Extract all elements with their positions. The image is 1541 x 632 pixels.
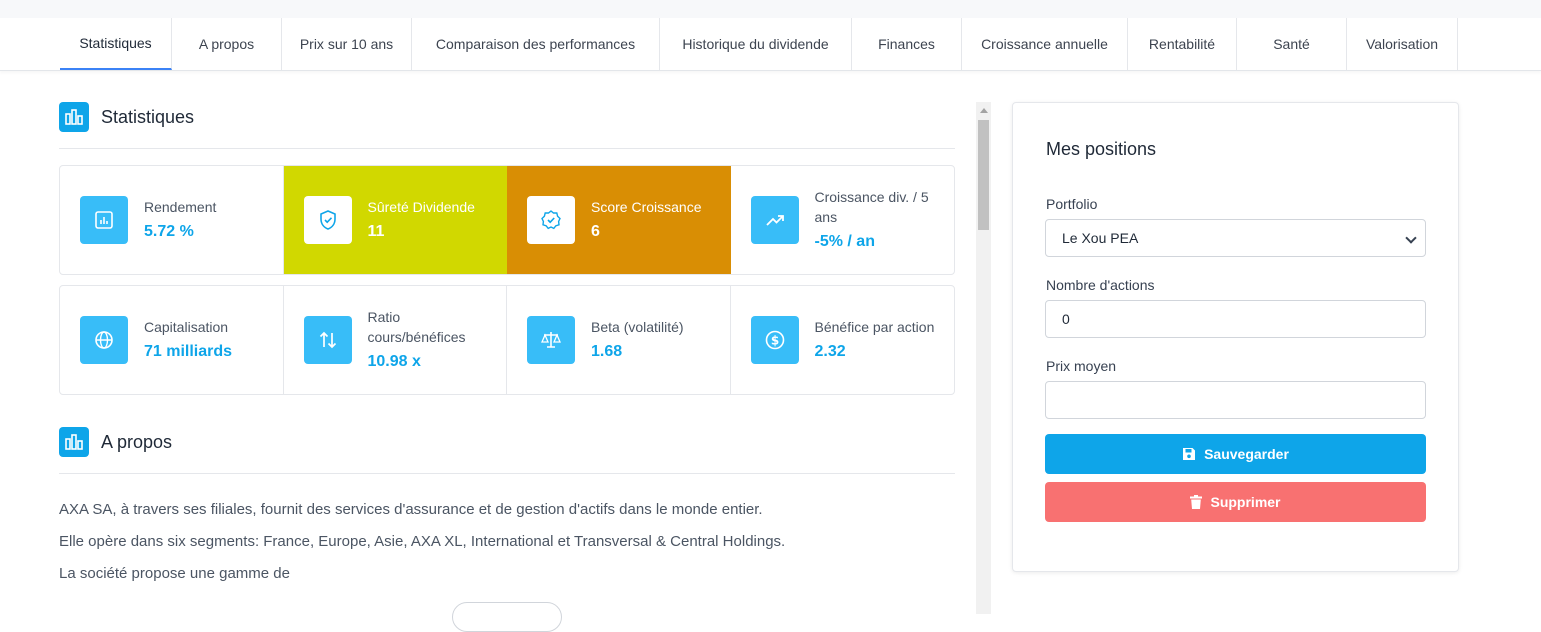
stat-label: Score Croissance <box>591 199 702 215</box>
tab-statistiques[interactable]: Statistiques <box>60 18 172 70</box>
statistiques-title: Statistiques <box>101 106 195 127</box>
stat-value: 71 milliards <box>144 343 233 360</box>
bar-chart-icon <box>59 102 89 132</box>
shares-input-value: 0 <box>1062 311 1070 327</box>
tab-finances[interactable]: Finances <box>852 18 962 70</box>
about-line: AXA SA, à travers ses filiales, fournit … <box>59 501 763 518</box>
stat-value: 6 <box>591 223 600 240</box>
stat-value: 1.68 <box>591 343 623 360</box>
stat-card-beta: Beta (volatilité) 1.68 <box>507 286 731 394</box>
stats-row-2: Capitalisation 71 milliards Ratio cours/… <box>59 285 955 395</box>
shares-label: Nombre d'actions <box>1046 277 1155 293</box>
about-line: La société propose une gamme de <box>59 565 290 582</box>
globe-icon <box>80 316 128 364</box>
statistiques-header: Statistiques <box>59 102 194 132</box>
stat-label: Bénéfice par action <box>814 319 935 335</box>
tab-valorisation[interactable]: Valorisation <box>1347 18 1458 70</box>
a-propos-header: A propos <box>59 427 172 457</box>
stat-value: 11 <box>367 223 385 240</box>
stat-card-capitalisation: Capitalisation 71 milliards <box>60 286 284 394</box>
stat-label: Beta (volatilité) <box>591 319 684 335</box>
positions-title: Mes positions <box>1046 139 1157 159</box>
tab-historique-dividende[interactable]: Historique du dividende <box>660 18 852 70</box>
shield-check-icon <box>303 196 352 244</box>
scroll-thumb[interactable] <box>978 120 989 230</box>
divider <box>59 148 955 149</box>
stat-card-score-croissance: Score Croissance 6 <box>507 166 731 274</box>
stat-card-surete-dividende: Sûreté Dividende 11 <box>283 166 507 274</box>
portfolio-select[interactable]: Le Xou PEA <box>1045 219 1426 257</box>
stat-label: Capitalisation <box>144 319 229 335</box>
read-more-button[interactable] <box>452 602 562 632</box>
positions-panel: Mes positions Portfolio Le Xou PEA Nombr… <box>1012 102 1459 572</box>
dollar-icon: $ <box>750 316 799 364</box>
tab-list: Statistiques A propos Prix sur 10 ans Co… <box>60 18 1458 70</box>
stat-label: Sûreté Dividende <box>367 199 475 215</box>
about-line: Elle opère dans six segments: France, Eu… <box>59 533 786 550</box>
shares-input[interactable]: 0 <box>1045 300 1426 338</box>
stat-card-benefice: $ Bénéfice par action 2.32 <box>731 286 955 394</box>
delete-button-label: Supprimer <box>1210 494 1281 510</box>
a-propos-title: A propos <box>101 431 173 452</box>
delete-button[interactable]: Supprimer <box>1045 482 1426 522</box>
stats-row-1: Rendement 5.72 % Sûreté Dividende 11 Sco… <box>59 165 955 275</box>
trash-icon <box>1190 495 1203 509</box>
chart-icon <box>80 196 128 244</box>
top-strip <box>0 0 1541 18</box>
stat-card-rendement: Rendement 5.72 % <box>60 166 284 274</box>
scrollbar[interactable] <box>976 102 991 614</box>
stat-value: 2.32 <box>814 343 846 360</box>
tab-prix-10-ans[interactable]: Prix sur 10 ans <box>282 18 412 70</box>
stat-card-ratio-cours: Ratio cours/bénéfices 10.98 x <box>284 286 507 394</box>
scroll-up-arrow-icon[interactable] <box>976 102 991 118</box>
portfolio-selected-value: Le Xou PEA <box>1062 230 1139 246</box>
portfolio-label: Portfolio <box>1046 196 1098 212</box>
about-text: AXA SA, à travers ses filiales, fournit … <box>59 494 959 590</box>
tab-bar: Statistiques A propos Prix sur 10 ans Co… <box>0 18 1541 71</box>
svg-text:$: $ <box>770 334 778 348</box>
tab-rentabilite[interactable]: Rentabilité <box>1128 18 1237 70</box>
tab-comparaison[interactable]: Comparaison des performances <box>412 18 660 70</box>
stat-value: 5.72 % <box>144 223 194 240</box>
chevron-down-icon <box>1405 232 1417 244</box>
badge-check-icon <box>527 196 575 244</box>
stat-label: Rendement <box>144 199 217 215</box>
price-input[interactable] <box>1045 381 1426 419</box>
tab-sante[interactable]: Santé <box>1237 18 1347 70</box>
divider <box>59 473 955 474</box>
bar-chart-icon <box>59 427 89 457</box>
stat-value: -5% / an <box>814 233 875 250</box>
stat-label: Ratio cours/bénéfices <box>367 309 466 345</box>
stat-label: Croissance div. / 5 ans <box>814 189 929 225</box>
save-button[interactable]: Sauvegarder <box>1045 434 1426 474</box>
tab-croissance-annuelle[interactable]: Croissance annuelle <box>962 18 1128 70</box>
stat-value: 10.98 x <box>367 353 421 370</box>
save-button-label: Sauvegarder <box>1204 446 1289 462</box>
tab-a-propos[interactable]: A propos <box>172 18 282 70</box>
trending-up-icon <box>750 196 799 244</box>
stat-card-croissance-div: Croissance div. / 5 ans -5% / an <box>731 166 955 274</box>
arrows-updown-icon <box>303 316 352 364</box>
scale-icon <box>527 316 575 364</box>
save-icon <box>1182 447 1196 461</box>
price-label: Prix moyen <box>1046 358 1117 374</box>
